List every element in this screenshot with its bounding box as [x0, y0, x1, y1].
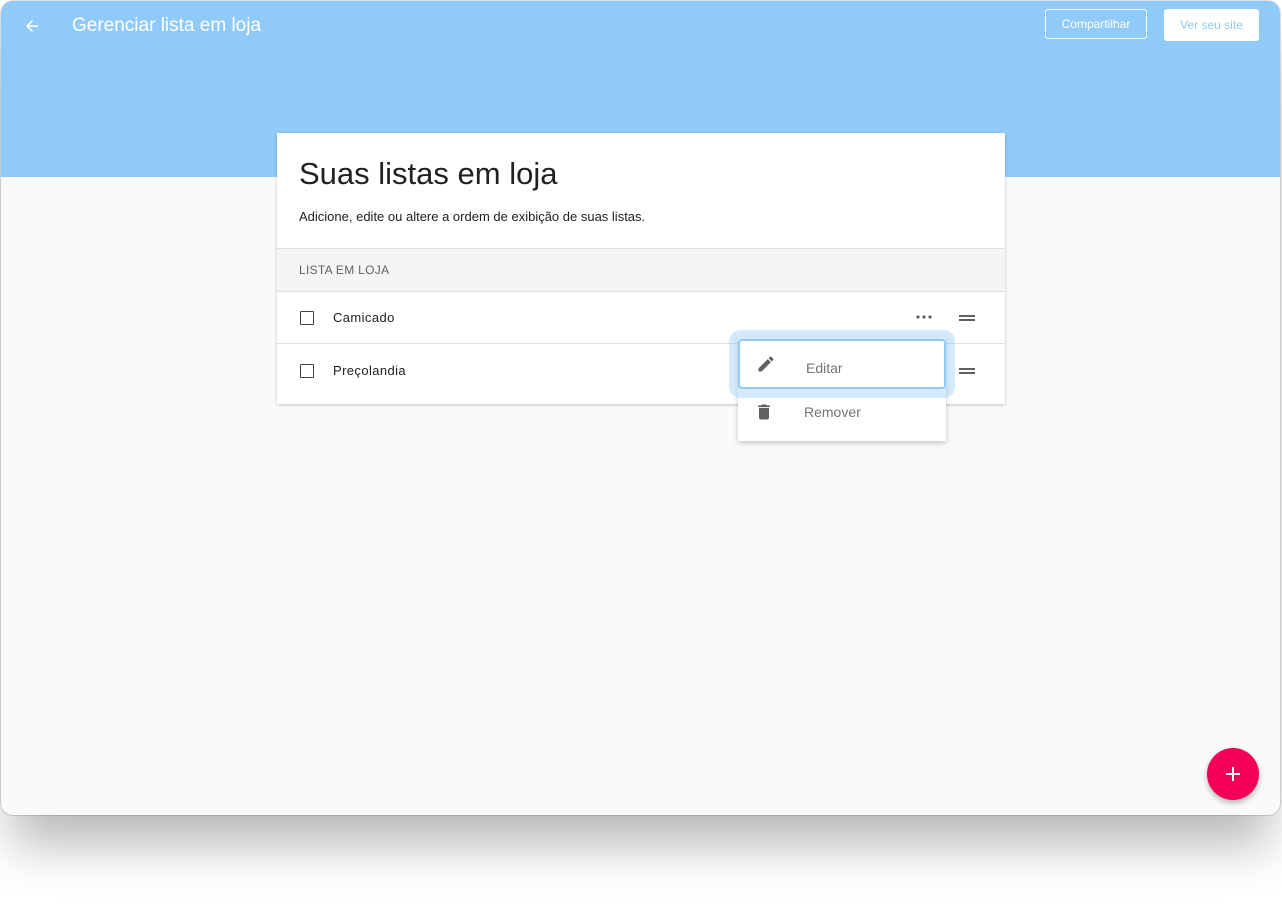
list-item-checkbox[interactable] [300, 311, 314, 325]
menu-item-edit[interactable]: Editar [738, 339, 946, 389]
list-section-header: LISTA EM LOJA [277, 248, 1005, 292]
drag-handle-icon [959, 368, 975, 374]
page-subtitle: Adicione, edite ou altere a ordem de exi… [299, 209, 646, 224]
more-horizontal-icon [916, 315, 932, 319]
add-list-button[interactable] [1207, 748, 1259, 800]
context-menu: Editar Remover [738, 337, 946, 441]
pencil-icon [755, 353, 777, 375]
menu-item-label: Editar [806, 360, 843, 376]
list-item-label: Camicado [333, 310, 395, 325]
menu-item-label: Remover [804, 404, 861, 420]
section-label: LISTA EM LOJA [299, 263, 390, 277]
trash-icon [753, 401, 775, 423]
view-site-button[interactable]: Ver seu site [1164, 9, 1259, 41]
plus-icon [1226, 767, 1240, 781]
drag-handle[interactable] [957, 310, 977, 326]
drag-handle[interactable] [957, 363, 977, 379]
menu-item-remove[interactable]: Remover [738, 388, 946, 438]
back-button[interactable] [19, 13, 45, 39]
arrow-left-icon [26, 20, 38, 32]
list-item-checkbox[interactable] [300, 364, 314, 378]
more-options-button[interactable] [909, 309, 939, 325]
list-item-label: Preçolandia [333, 363, 407, 378]
app-title: Gerenciar lista em loja [72, 15, 262, 36]
app-window: Gerenciar lista em loja Compartilhar Ver… [1, 1, 1280, 815]
page-title: Suas listas em loja [299, 156, 558, 191]
share-button[interactable]: Compartilhar [1045, 9, 1147, 39]
drag-handle-icon [959, 315, 975, 321]
